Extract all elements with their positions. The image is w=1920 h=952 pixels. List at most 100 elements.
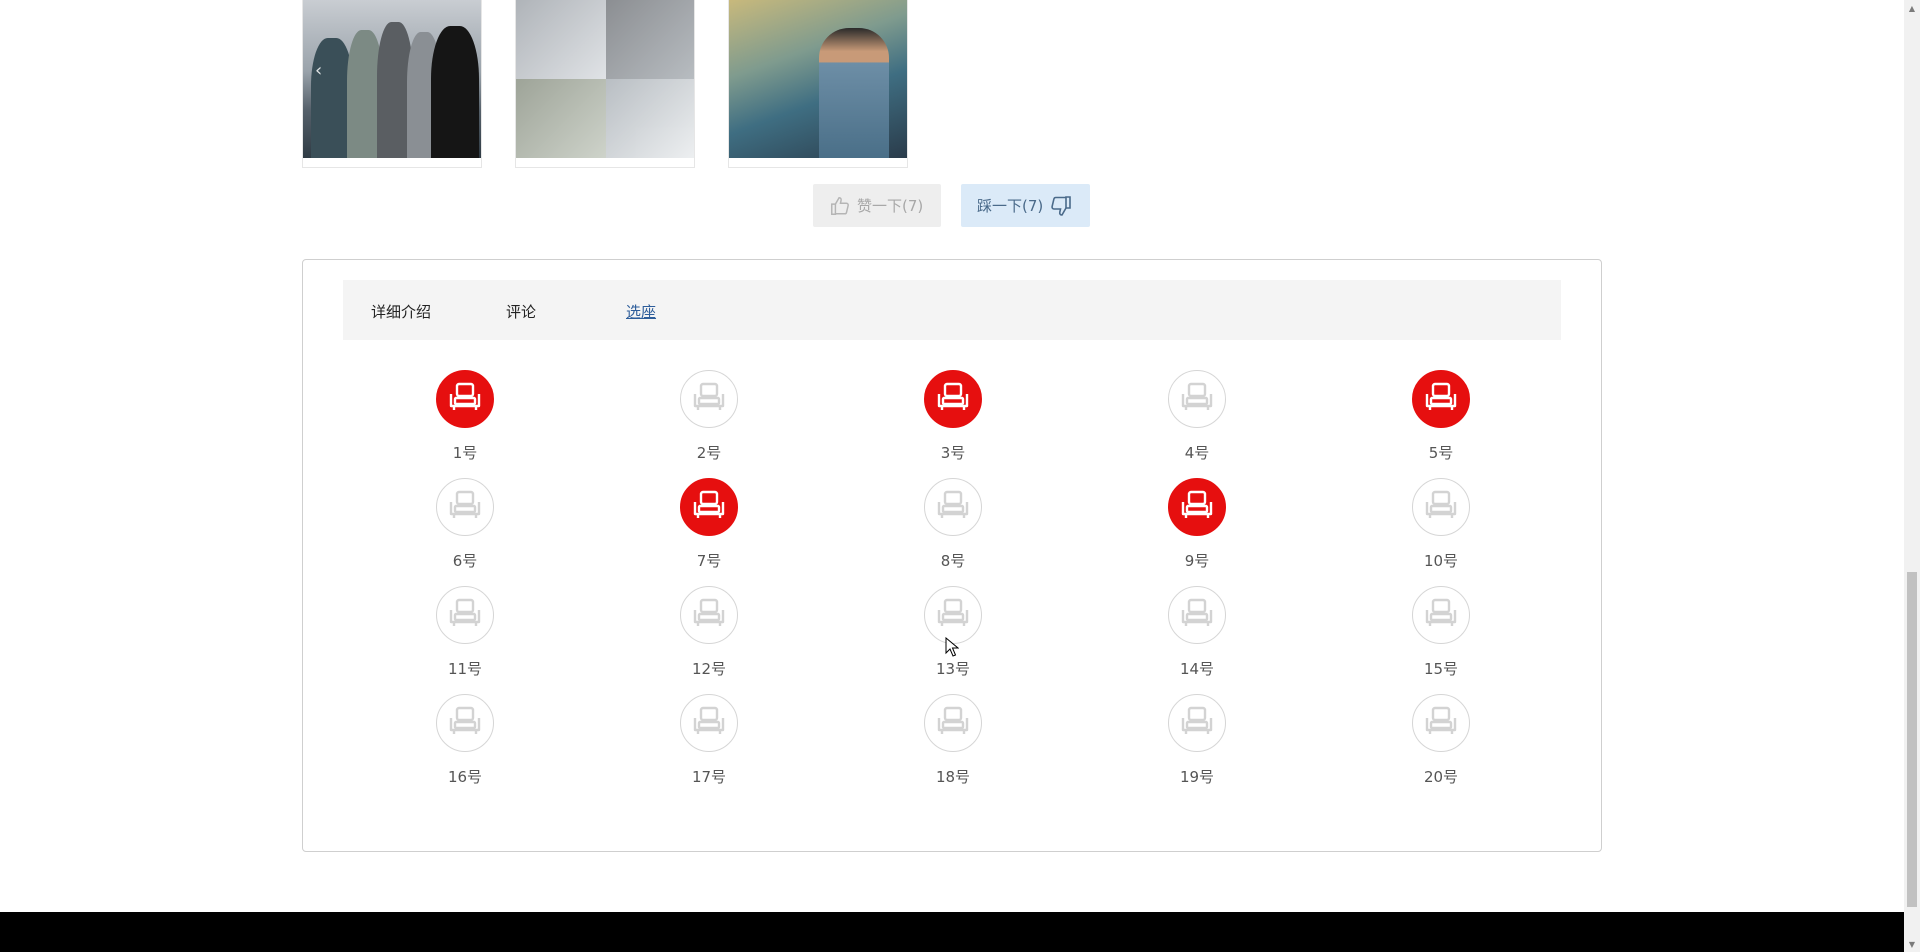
seat-taken-button[interactable] — [436, 370, 494, 428]
seat-available-button[interactable] — [680, 694, 738, 752]
detail-panel: 详细介绍 评论 选座 1号 2号 3号 4号 5号 6号 7号 8号 9号 10号 11号 12号 13… — [302, 259, 1602, 852]
tab-seat-selection[interactable]: 选座 — [626, 301, 656, 322]
seat-available-button[interactable] — [436, 694, 494, 752]
album-poster-photo — [729, 0, 907, 158]
seat-available-button[interactable] — [1412, 586, 1470, 644]
seat-taken-button[interactable] — [680, 478, 738, 536]
seat-number-label: 11号 — [447, 660, 483, 678]
seat-4[interactable]: 4号 — [1152, 370, 1242, 463]
scrollbar-thumb[interactable] — [1907, 572, 1917, 907]
dislike-button[interactable]: 踩一下(7) — [961, 184, 1090, 227]
seat-19[interactable]: 19号 — [1152, 694, 1242, 787]
armchair-icon — [936, 382, 970, 416]
armchair-icon — [936, 598, 970, 632]
seat-8[interactable]: 8号 — [908, 478, 998, 571]
tab-bar: 详细介绍 评论 选座 — [343, 280, 1561, 340]
seat-number-label: 9号 — [1184, 552, 1210, 570]
gallery-thumb-band[interactable]: ‹ — [302, 0, 482, 168]
seat-available-button[interactable] — [1168, 694, 1226, 752]
seat-available-button[interactable] — [680, 586, 738, 644]
tab-comments[interactable]: 评论 — [506, 301, 536, 322]
seat-available-button[interactable] — [1412, 694, 1470, 752]
seat-15[interactable]: 15号 — [1396, 586, 1486, 679]
armchair-icon — [692, 598, 726, 632]
seat-2[interactable]: 2号 — [664, 370, 754, 463]
seat-3[interactable]: 3号 — [908, 370, 998, 463]
armchair-icon — [692, 706, 726, 740]
page-footer — [0, 912, 1904, 952]
gallery-thumb-poster[interactable] — [728, 0, 908, 168]
seat-17[interactable]: 17号 — [664, 694, 754, 787]
concert-photo — [516, 0, 694, 158]
scroll-up-arrow-icon[interactable]: ▲ — [1904, 0, 1920, 16]
seat-taken-button[interactable] — [924, 370, 982, 428]
scroll-down-arrow-icon[interactable]: ▼ — [1904, 936, 1920, 952]
seat-12[interactable]: 12号 — [664, 586, 754, 679]
armchair-icon — [692, 490, 726, 524]
seat-available-button[interactable] — [924, 586, 982, 644]
armchair-icon — [448, 382, 482, 416]
armchair-icon — [1180, 490, 1214, 524]
seat-9[interactable]: 9号 — [1152, 478, 1242, 571]
gallery-thumb-concert[interactable] — [515, 0, 695, 168]
armchair-icon — [1180, 706, 1214, 740]
vertical-scrollbar[interactable]: ▲ ▼ — [1904, 0, 1920, 952]
like-count-label: 赞一下(7) — [857, 197, 924, 215]
seat-number-label: 16号 — [447, 768, 483, 786]
seat-available-button[interactable] — [436, 586, 494, 644]
seat-number-label: 5号 — [1428, 444, 1454, 462]
armchair-icon — [936, 490, 970, 524]
armchair-icon — [1180, 382, 1214, 416]
seat-available-button[interactable] — [1412, 478, 1470, 536]
seat-available-button[interactable] — [1168, 586, 1226, 644]
seat-number-label: 1号 — [452, 444, 478, 462]
seat-number-label: 3号 — [940, 444, 966, 462]
seat-number-label: 6号 — [452, 552, 478, 570]
band-photo — [303, 0, 481, 158]
seat-7[interactable]: 7号 — [664, 478, 754, 571]
seat-number-label: 8号 — [940, 552, 966, 570]
seat-number-label: 4号 — [1184, 444, 1210, 462]
seat-available-button[interactable] — [924, 694, 982, 752]
seat-number-label: 18号 — [935, 768, 971, 786]
seat-number-label: 19号 — [1179, 768, 1215, 786]
seat-18[interactable]: 18号 — [908, 694, 998, 787]
seat-11[interactable]: 11号 — [420, 586, 510, 679]
seat-number-label: 2号 — [696, 444, 722, 462]
seat-available-button[interactable] — [680, 370, 738, 428]
seat-1[interactable]: 1号 — [420, 370, 510, 463]
seat-number-label: 12号 — [691, 660, 727, 678]
like-button[interactable]: 赞一下(7) — [813, 184, 941, 227]
armchair-icon — [448, 490, 482, 524]
seat-number-label: 20号 — [1423, 768, 1459, 786]
seat-13[interactable]: 13号 — [908, 586, 998, 679]
seat-available-button[interactable] — [1168, 370, 1226, 428]
seat-14[interactable]: 14号 — [1152, 586, 1242, 679]
seat-taken-button[interactable] — [1412, 370, 1470, 428]
armchair-icon — [448, 598, 482, 632]
seat-number-label: 7号 — [696, 552, 722, 570]
thumbs-down-icon — [1051, 195, 1072, 216]
mouse-cursor-icon — [945, 637, 959, 657]
armchair-icon — [1424, 382, 1458, 416]
tab-details[interactable]: 详细介绍 — [371, 301, 431, 322]
thumbs-up-icon — [831, 196, 849, 215]
chevron-left-icon[interactable]: ‹ — [315, 60, 322, 81]
armchair-icon — [1424, 490, 1458, 524]
seat-available-button[interactable] — [436, 478, 494, 536]
seat-20[interactable]: 20号 — [1396, 694, 1486, 787]
seat-available-button[interactable] — [924, 478, 982, 536]
seat-10[interactable]: 10号 — [1396, 478, 1486, 571]
seat-number-label: 14号 — [1179, 660, 1215, 678]
armchair-icon — [1424, 706, 1458, 740]
seat-6[interactable]: 6号 — [420, 478, 510, 571]
dislike-count-label: 踩一下(7) — [977, 197, 1044, 215]
armchair-icon — [1180, 598, 1214, 632]
photo-gallery: ‹ — [302, 0, 908, 168]
seat-16[interactable]: 16号 — [420, 694, 510, 787]
seat-number-label: 10号 — [1423, 552, 1459, 570]
armchair-icon — [692, 382, 726, 416]
seat-5[interactable]: 5号 — [1396, 370, 1486, 463]
seat-taken-button[interactable] — [1168, 478, 1226, 536]
armchair-icon — [448, 706, 482, 740]
